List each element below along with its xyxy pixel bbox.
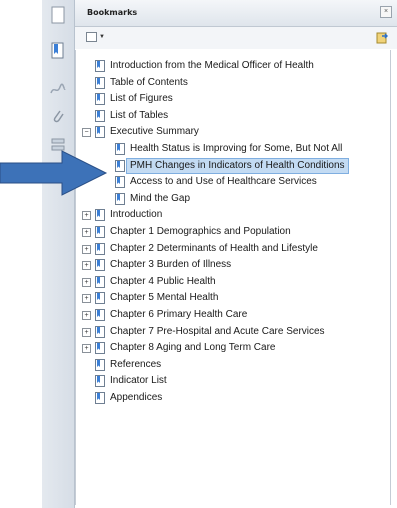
annotation-arrow	[0, 150, 108, 196]
bookmark-icon	[95, 292, 105, 305]
bookmark-icon	[95, 358, 105, 371]
bookmark-item[interactable]: PMH Changes in Indicators of Health Cond…	[114, 157, 349, 174]
bookmark-item[interactable]: + Chapter 5 Mental Health	[82, 290, 219, 306]
bookmark-item[interactable]: Appendices	[94, 390, 162, 406]
expand-icon[interactable]: +	[82, 228, 91, 237]
bookmark-icon	[95, 109, 105, 122]
bookmark-icon	[115, 176, 125, 189]
bookmark-icon	[95, 93, 105, 106]
bookmark-item[interactable]: Introduction from the Medical Officer of…	[94, 58, 314, 74]
bookmark-item[interactable]: Table of Contents	[94, 75, 188, 91]
bookmark-label: Mind the Gap	[130, 192, 191, 204]
bookmark-icon	[95, 226, 105, 238]
bookmark-label: Appendices	[110, 392, 163, 403]
expand-icon[interactable]: +	[82, 211, 91, 221]
bookmark-label: Table of Contents	[110, 76, 188, 88]
bookmark-label: Chapter 1 Demographics and Population	[110, 226, 291, 237]
bookmark-item[interactable]: Health Status is Improving for Some, But…	[114, 141, 342, 157]
bookmark-icon	[95, 392, 105, 404]
bookmark-icon	[115, 192, 125, 205]
collapse-icon[interactable]: −	[82, 128, 91, 138]
options-icon	[86, 32, 97, 42]
bookmark-item[interactable]: Mind the Gap	[114, 191, 190, 207]
bookmark-label: Chapter 6 Primary Health Care	[110, 309, 248, 320]
bookmark-item[interactable]: + Chapter 4 Public Health	[82, 274, 216, 290]
chevron-down-icon: ▼	[99, 34, 105, 40]
navigation-toolbar	[42, 0, 75, 508]
expand-icon[interactable]: +	[82, 277, 91, 287]
bookmark-item[interactable]: + Chapter 3 Burden of Illness	[82, 257, 232, 273]
bookmark-label: Chapter 4 Public Health	[110, 275, 216, 287]
bookmark-label: References	[110, 358, 162, 370]
expand-icon[interactable]: +	[82, 294, 91, 304]
bookmark-icon	[95, 60, 105, 72]
expand-icon[interactable]: +	[82, 311, 91, 320]
panel-title: Bookmarks	[87, 8, 138, 17]
expand-icon[interactable]: +	[82, 327, 91, 337]
bookmark-label: Executive Summary	[110, 126, 199, 138]
bookmark-icon	[95, 76, 105, 89]
expand-bookmark-icon	[376, 32, 388, 44]
bookmark-label: Introduction	[110, 209, 163, 221]
bookmark-icon	[95, 309, 105, 321]
bookmark-label: PMH Changes in Indicators of Health Cond…	[126, 157, 349, 174]
options-menu-button[interactable]: ▼	[86, 32, 105, 42]
bookmark-item[interactable]: − Executive Summary	[82, 124, 199, 140]
bookmark-label: List of Tables	[110, 109, 169, 121]
bookmark-item[interactable]: Indicator List	[94, 373, 167, 389]
bookmark-icon	[95, 275, 105, 288]
bookmark-item[interactable]: List of Figures	[94, 91, 173, 107]
expand-bookmark-button[interactable]	[375, 31, 389, 50]
bookmark-label: Chapter 2 Determinants of Health and Lif…	[110, 242, 318, 254]
bookmarks-options-bar: ▼	[75, 27, 397, 49]
bookmark-label: Chapter 3 Burden of Illness	[110, 259, 232, 271]
bookmark-label: Health Status is Improving for Some, But…	[130, 143, 343, 154]
expand-icon[interactable]: +	[82, 344, 91, 354]
bookmark-icon	[95, 209, 105, 222]
bookmark-item[interactable]: + Chapter 2 Determinants of Health and Li…	[82, 241, 318, 257]
page-thumbnails-icon[interactable]	[47, 4, 69, 26]
bookmark-label: List of Figures	[110, 93, 173, 105]
bookmark-item[interactable]: + Chapter 6 Primary Health Care	[82, 307, 248, 323]
bookmark-label: Access to and Use of Healthcare Services	[130, 176, 317, 188]
close-panel-button[interactable]: ×	[380, 6, 392, 18]
bookmarks-tree: Introduction from the Medical Officer of…	[75, 50, 391, 505]
bookmark-icon	[95, 242, 105, 255]
bookmark-item[interactable]: + Introduction	[82, 207, 163, 223]
bookmark-item[interactable]: + Chapter 1 Demographics and Population	[82, 224, 291, 240]
bookmark-icon	[115, 159, 125, 172]
bookmark-item[interactable]: References	[94, 357, 161, 373]
bookmark-item[interactable]: + Chapter 7 Pre-Hospital and Acute Care S…	[82, 324, 325, 340]
bookmark-item[interactable]: + Chapter 8 Aging and Long Term Care	[82, 340, 276, 356]
bookmark-icon	[95, 375, 105, 388]
bookmark-icon	[95, 325, 105, 338]
bookmark-icon	[115, 143, 125, 155]
expand-icon[interactable]: +	[82, 261, 91, 271]
bookmark-label: Introduction from the Medical Officer of…	[110, 60, 314, 71]
bookmark-label: Chapter 7 Pre-Hospital and Acute Care Se…	[110, 325, 325, 337]
bookmarks-icon[interactable]	[47, 40, 69, 62]
attachments-icon[interactable]	[47, 106, 69, 128]
bookmarks-panel-header: Bookmarks ×	[75, 0, 397, 27]
bookmark-label: Chapter 8 Aging and Long Term Care	[110, 342, 276, 354]
signatures-icon[interactable]	[47, 78, 69, 100]
bookmark-item[interactable]: Access to and Use of Healthcare Services	[114, 174, 317, 190]
bookmark-icon	[95, 259, 105, 272]
bookmark-label: Indicator List	[110, 375, 167, 387]
bookmark-item[interactable]: List of Tables	[94, 108, 168, 124]
bookmark-icon	[95, 126, 105, 139]
bookmark-label: Chapter 5 Mental Health	[110, 292, 219, 304]
bookmark-icon	[95, 342, 105, 355]
expand-icon[interactable]: +	[82, 244, 91, 254]
